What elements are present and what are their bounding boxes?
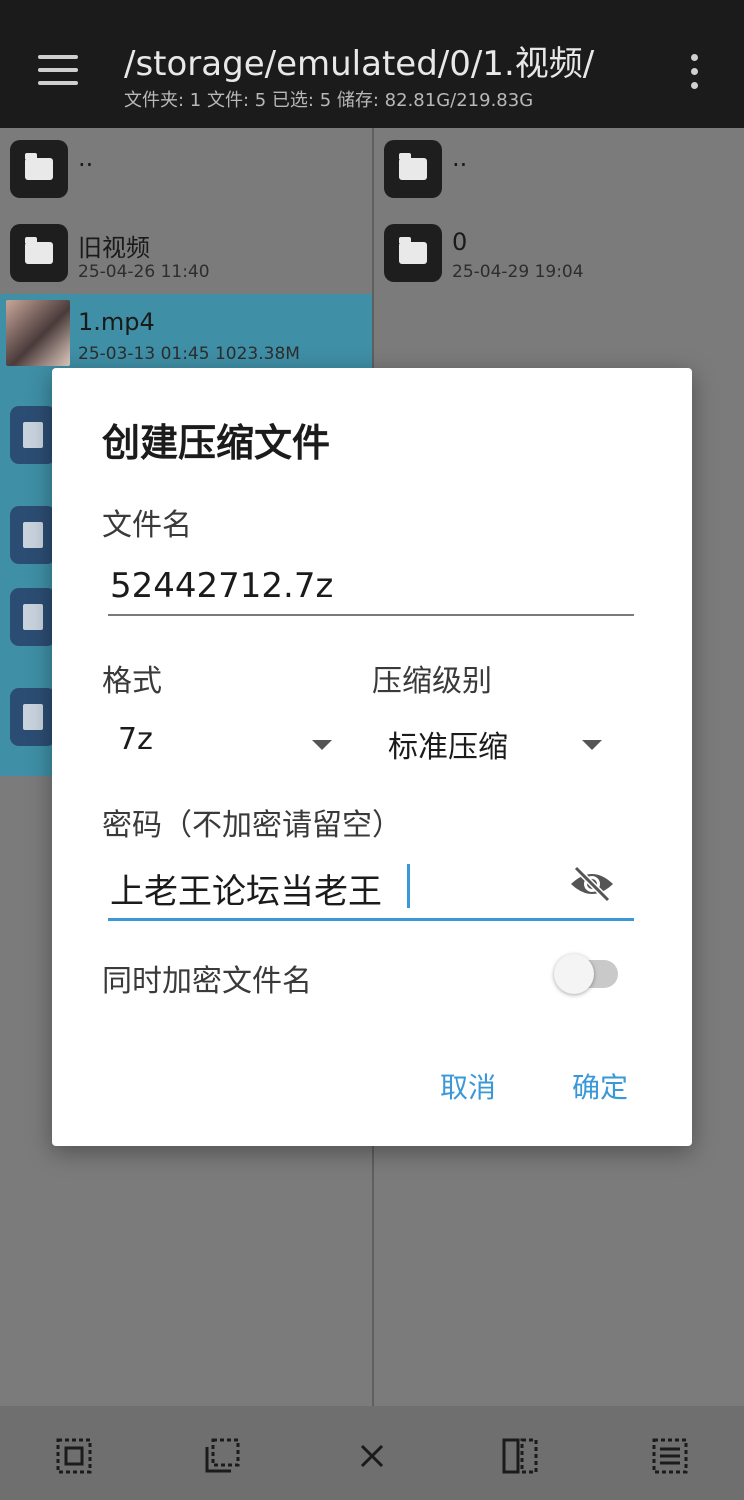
more-options-icon[interactable] [688,52,700,92]
password-input[interactable]: 上老王论坛当老王 [110,864,382,913]
filename-input[interactable]: 52442712.7z [110,566,333,606]
document-icon [10,506,56,564]
file-name: .. [452,144,468,172]
password-label: 密码（不加密请留空） [102,808,402,843]
select-all-icon[interactable] [54,1436,94,1476]
storage-stats: 文件夹: 1 文件: 5 已选: 5 储存: 82.81G/219.83G [124,90,534,111]
chevron-down-icon [582,740,602,750]
password-underline [108,918,634,921]
file-name: 1.mp4 [78,308,155,336]
filename-underline [108,614,634,616]
split-view-icon[interactable] [500,1436,540,1476]
text-caret [407,864,410,908]
visibility-off-icon[interactable] [568,864,616,904]
folder-icon [10,224,68,282]
filename-label: 文件名 [102,508,192,543]
folder-icon [384,224,442,282]
compression-level-label: 压缩级别 [372,664,492,699]
file-meta: 25-03-13 01:45 1023.38M [78,344,300,364]
document-icon [10,406,56,464]
file-name: 旧视频 [78,234,150,262]
close-icon[interactable] [352,1436,392,1476]
folder-icon [10,140,68,198]
document-icon [10,588,56,646]
ok-button[interactable]: 确定 [572,1066,628,1106]
format-value: 7z [118,722,153,757]
encrypt-filenames-label: 同时加密文件名 [102,964,312,999]
current-path: /storage/emulated/0/1.视频/ [124,44,595,84]
create-archive-dialog: 创建压缩文件 文件名 52442712.7z 格式 压缩级别 7z 标准压缩 密… [52,368,692,1146]
top-app-bar: /storage/emulated/0/1.视频/ 文件夹: 1 文件: 5 已… [0,0,744,128]
compression-level-dropdown[interactable]: 标准压缩 [378,718,608,768]
list-view-icon[interactable] [650,1436,690,1476]
file-name: 0 [452,228,468,256]
compression-level-value: 标准压缩 [388,730,508,765]
list-item-folder[interactable]: 0 25-04-29 19:04 [374,212,744,290]
list-item-video[interactable]: 1.mp4 25-03-13 01:45 1023.38M [0,294,372,376]
document-icon [10,688,56,746]
file-name: .. [78,144,94,172]
list-item-parent[interactable]: .. [0,128,372,206]
video-thumbnail [6,300,70,366]
list-item-folder[interactable]: 旧视频 25-04-26 11:40 [0,212,372,290]
format-label: 格式 [102,664,162,699]
chevron-down-icon [312,740,332,750]
bottom-toolbar [0,1406,744,1500]
list-item-parent[interactable]: .. [374,128,744,206]
dialog-title: 创建压缩文件 [102,421,331,465]
menu-icon[interactable] [38,55,78,85]
file-meta: 25-04-26 11:40 [78,262,210,282]
toggle-knob [554,954,594,994]
format-dropdown[interactable]: 7z [108,718,338,768]
select-range-icon[interactable] [202,1436,242,1476]
cancel-button[interactable]: 取消 [440,1066,496,1106]
file-meta: 25-04-29 19:04 [452,262,584,282]
folder-icon [384,140,442,198]
